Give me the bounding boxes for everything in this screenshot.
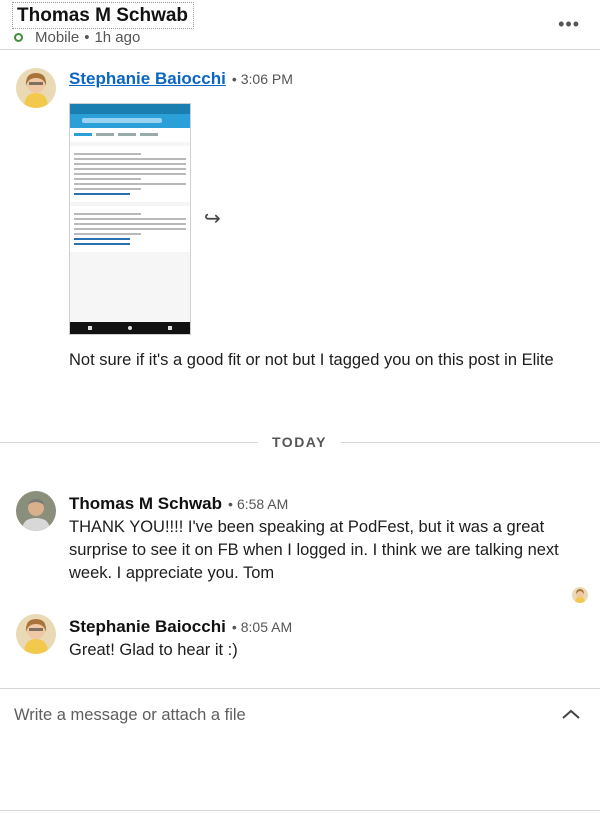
sender-name[interactable]: Stephanie Baiocchi 8:05 AM (69, 617, 292, 637)
presence-icon (14, 33, 23, 42)
last-seen: 1h ago (94, 29, 141, 46)
status-separator: • (84, 29, 90, 46)
more-horizontal-icon[interactable]: ••• (558, 14, 580, 35)
conversation-header: Thomas M Schwab Mobile • 1h ago ••• (0, 0, 600, 50)
contact-name[interactable]: Thomas M Schwab (12, 2, 195, 29)
message-body: Great! Glad to hear it :) (69, 641, 238, 659)
avatar[interactable] (16, 614, 56, 654)
presence-device: Mobile (35, 29, 80, 46)
avatar[interactable] (16, 491, 56, 531)
sender-name-text[interactable]: Stephanie Baiocchi (69, 617, 226, 636)
presence-status: Mobile • 1h ago (14, 29, 140, 46)
sender-name[interactable]: Thomas M Schwab 6:58 AM (69, 494, 288, 514)
composer-bottom-divider (0, 810, 600, 811)
sender-name-text[interactable]: Stephanie Baiocchi (69, 69, 226, 88)
shared-post-thumbnail[interactable] (69, 103, 191, 335)
avatar[interactable] (16, 68, 56, 108)
message-time: 3:06 PM (232, 71, 293, 87)
message-time: 6:58 AM (228, 496, 288, 512)
date-divider-label: TODAY (258, 434, 341, 450)
read-receipt-avatar (572, 587, 588, 603)
share-forward-icon[interactable]: ↪ (204, 206, 221, 231)
chevron-up-icon[interactable] (562, 709, 580, 719)
sender-name-text[interactable]: Thomas M Schwab (69, 494, 222, 513)
message-body: THANK YOU!!!! I've been speaking at PodF… (69, 518, 559, 582)
message-body: Not sure if it's a good fit or not but I… (69, 351, 554, 369)
sender-name[interactable]: Stephanie Baiocchi 3:06 PM (69, 69, 293, 89)
message-time: 8:05 AM (232, 619, 292, 635)
message-composer (0, 688, 600, 813)
message-input[interactable] (14, 703, 514, 727)
